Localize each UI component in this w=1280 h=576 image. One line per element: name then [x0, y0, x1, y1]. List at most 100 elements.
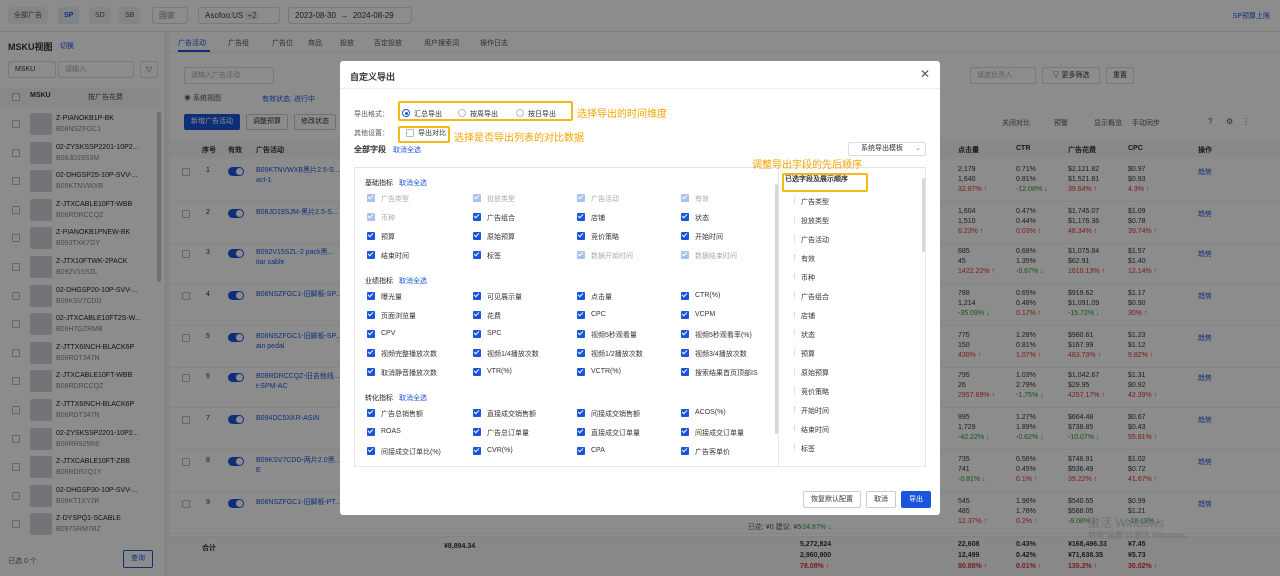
selected-field-item[interactable]: ⋮ 广告活动: [785, 234, 915, 248]
section-cancel-all-link[interactable]: 取消全选: [399, 276, 427, 286]
fields-scrollbar[interactable]: [775, 184, 778, 434]
drag-handle-icon[interactable]: ⋮: [791, 387, 798, 395]
selected-field-item[interactable]: ⋮ 预算: [785, 348, 915, 362]
field-checkbox[interactable]: [473, 232, 481, 240]
section-cancel-all-link[interactable]: 取消全选: [399, 393, 427, 403]
selected-field-item[interactable]: ⋮ 原始预算: [785, 367, 915, 381]
field-checkbox[interactable]: [577, 349, 585, 357]
drag-handle-icon[interactable]: ⋮: [791, 368, 798, 376]
field-checkbox[interactable]: [681, 213, 689, 221]
field-label: CPA: [591, 447, 605, 454]
field-checkbox[interactable]: [577, 409, 585, 417]
field-checkbox[interactable]: [681, 349, 689, 357]
field-label: 广告总销售额: [381, 411, 423, 418]
close-icon[interactable]: ✕: [920, 67, 930, 81]
section-title: 业绩指标: [365, 278, 393, 285]
field-label: CPC: [591, 311, 606, 318]
selected-field-item[interactable]: ⋮ 竞价策略: [785, 386, 915, 400]
field-checkbox[interactable]: [473, 349, 481, 357]
field-checkbox[interactable]: [681, 330, 689, 338]
field-checkbox[interactable]: [681, 311, 689, 319]
field-checkbox[interactable]: [473, 213, 481, 221]
field-checkbox[interactable]: [367, 311, 375, 319]
field-checkbox[interactable]: [473, 330, 481, 338]
field-options: 基础指标 取消全选 广告类型 投放类型 广告活动 有效 币种 广告组合 店铺 状态 预算 原始预算 竞价…: [355, 168, 779, 466]
field-checkbox[interactable]: [577, 447, 585, 455]
field-checkbox[interactable]: [681, 232, 689, 240]
field-label: 页面浏览量: [381, 313, 416, 320]
field-checkbox[interactable]: [473, 428, 481, 436]
field-checkbox[interactable]: [577, 213, 585, 221]
selected-field-item[interactable]: ⋮ 结束时间: [785, 424, 915, 438]
modal-title: 自定义导出: [350, 72, 396, 82]
field-checkbox[interactable]: [681, 428, 689, 436]
selected-field-item[interactable]: ⋮ 状态: [785, 329, 915, 343]
field-label: 间接成交销售额: [591, 411, 640, 418]
fields-container: 基础指标 取消全选 广告类型 投放类型 广告活动 有效 币种 广告组合 店铺 状态 预算 原始预算 竞价…: [354, 167, 926, 467]
field-checkbox[interactable]: [367, 447, 375, 455]
selected-field-item[interactable]: ⋮ 广告类型: [785, 196, 915, 210]
field-checkbox[interactable]: [577, 311, 585, 319]
annotation-box-format: [398, 101, 573, 121]
field-label: 有效: [695, 196, 709, 203]
field-checkbox[interactable]: [367, 330, 375, 338]
field-checkbox[interactable]: [367, 349, 375, 357]
field-checkbox[interactable]: [473, 409, 481, 417]
other-settings-label: 其他设置：: [354, 130, 389, 137]
selected-field-label: 预算: [801, 351, 815, 358]
selected-field-item[interactable]: ⋮ 广告组合: [785, 291, 915, 305]
field-checkbox[interactable]: [367, 428, 375, 436]
field-label: 视频1/4播放次数: [487, 351, 539, 358]
export-button[interactable]: 导出: [901, 491, 931, 508]
selected-field-label: 标签: [801, 446, 815, 453]
field-checkbox[interactable]: [681, 409, 689, 417]
cancel-all-link[interactable]: 取消全选: [393, 145, 421, 155]
drag-handle-icon[interactable]: ⋮: [791, 292, 798, 300]
field-checkbox[interactable]: [367, 232, 375, 240]
drag-handle-icon[interactable]: ⋮: [791, 197, 798, 205]
field-label: 间接成交订单比(%): [381, 449, 441, 456]
field-checkbox[interactable]: [367, 251, 375, 259]
selected-field-item[interactable]: ⋮ 标签: [785, 443, 915, 457]
field-checkbox[interactable]: [577, 428, 585, 436]
all-fields-title: 全部字段: [354, 145, 386, 154]
drag-handle-icon[interactable]: ⋮: [791, 273, 798, 281]
selected-field-item[interactable]: ⋮ 开始时间: [785, 405, 915, 419]
field-checkbox[interactable]: [681, 368, 689, 376]
field-checkbox[interactable]: [473, 292, 481, 300]
field-checkbox[interactable]: [681, 292, 689, 300]
cancel-button[interactable]: 取消: [866, 491, 896, 508]
drag-handle-icon[interactable]: ⋮: [791, 311, 798, 319]
drag-handle-icon[interactable]: ⋮: [791, 444, 798, 452]
drag-handle-icon[interactable]: ⋮: [791, 254, 798, 262]
field-checkbox[interactable]: [577, 330, 585, 338]
field-checkbox[interactable]: [367, 409, 375, 417]
field-checkbox[interactable]: [577, 368, 585, 376]
selected-scrollbar[interactable]: [922, 178, 925, 252]
field-checkbox[interactable]: [473, 368, 481, 376]
field-checkbox[interactable]: [473, 311, 481, 319]
template-select[interactable]: 系统导出模板 ⌄: [848, 142, 926, 156]
drag-handle-icon[interactable]: ⋮: [791, 235, 798, 243]
section-cancel-all-link[interactable]: 取消全选: [399, 178, 427, 188]
drag-handle-icon[interactable]: ⋮: [791, 425, 798, 433]
field-checkbox[interactable]: [367, 368, 375, 376]
field-checkbox[interactable]: [473, 447, 481, 455]
drag-handle-icon[interactable]: ⋮: [791, 216, 798, 224]
drag-handle-icon[interactable]: ⋮: [791, 330, 798, 338]
field-checkbox[interactable]: [577, 292, 585, 300]
field-checkbox[interactable]: [473, 251, 481, 259]
selected-field-label: 开始时间: [801, 408, 829, 415]
selected-field-item[interactable]: ⋮ 币种: [785, 272, 915, 286]
selected-field-item[interactable]: ⋮ 有效: [785, 253, 915, 267]
field-checkbox[interactable]: [681, 447, 689, 455]
field-label: 视频3/4播放次数: [695, 351, 747, 358]
field-label: VCPM: [695, 311, 716, 318]
field-checkbox[interactable]: [367, 292, 375, 300]
drag-handle-icon[interactable]: ⋮: [791, 349, 798, 357]
drag-handle-icon[interactable]: ⋮: [791, 406, 798, 414]
field-checkbox[interactable]: [577, 232, 585, 240]
selected-field-item[interactable]: ⋮ 投放类型: [785, 215, 915, 229]
reset-default-button[interactable]: 恢复默认配置: [803, 491, 861, 508]
selected-field-item[interactable]: ⋮ 店铺: [785, 310, 915, 324]
